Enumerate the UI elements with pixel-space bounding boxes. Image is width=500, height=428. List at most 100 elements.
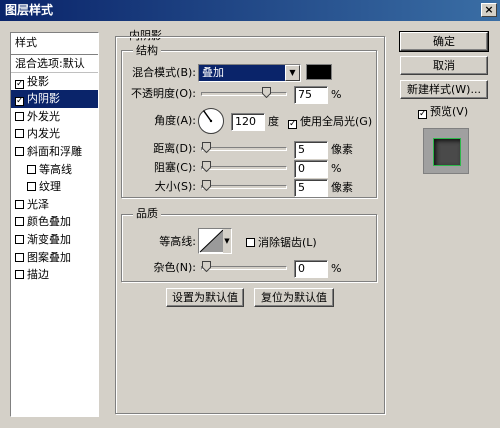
new-style-button[interactable]: 新建样式(W)... bbox=[400, 80, 488, 99]
quality-title: 品质 bbox=[133, 207, 161, 220]
checkbox-icon[interactable] bbox=[27, 164, 36, 174]
close-button[interactable]: × bbox=[481, 3, 497, 17]
style-item-label: 颜色叠加 bbox=[27, 215, 71, 229]
ok-button[interactable]: 确定 bbox=[399, 31, 489, 52]
style-item-label: 光泽 bbox=[27, 197, 49, 211]
style-item-label: 纹理 bbox=[39, 180, 61, 194]
preview-label: 预览(V) bbox=[430, 105, 469, 118]
style-item[interactable]: 纹理 bbox=[11, 178, 98, 196]
style-item-label: 图案叠加 bbox=[27, 250, 71, 264]
global-light-label: 使用全局光(G) bbox=[300, 115, 373, 128]
noise-slider[interactable] bbox=[201, 261, 287, 272]
style-item-label: 斜面和浮雕 bbox=[27, 144, 82, 158]
style-item[interactable]: 光泽 bbox=[11, 196, 98, 214]
noise-label: 杂色(N): bbox=[153, 261, 196, 274]
style-item[interactable]: 等高线 bbox=[11, 161, 98, 179]
style-item[interactable]: ✓ 投影 bbox=[11, 73, 98, 91]
noise-input[interactable]: 0 bbox=[294, 260, 328, 278]
style-item[interactable]: ✓ 内阴影 bbox=[11, 90, 98, 108]
checkbox-icon[interactable] bbox=[15, 129, 24, 139]
style-item-label: 渐变叠加 bbox=[27, 232, 71, 246]
checkbox-icon: ✓ bbox=[288, 119, 297, 129]
contour-picker[interactable]: ▼ bbox=[198, 228, 232, 254]
chevron-down-icon: ▼ bbox=[223, 229, 231, 253]
checkbox-icon[interactable] bbox=[15, 111, 24, 121]
window-title: 图层样式 bbox=[5, 3, 54, 17]
choke-label: 阻塞(C): bbox=[154, 161, 196, 174]
styles-header[interactable]: 样式 bbox=[11, 33, 98, 55]
choke-slider-thumb[interactable] bbox=[202, 161, 211, 172]
angle-dial[interactable] bbox=[197, 107, 225, 135]
angle-dial-icon bbox=[198, 108, 224, 134]
distance-input[interactable]: 5 bbox=[294, 141, 328, 159]
antialias-checkbox[interactable]: 消除锯齿(L) bbox=[246, 235, 317, 251]
choke-input[interactable]: 0 bbox=[294, 160, 328, 178]
style-item[interactable]: 外发光 bbox=[11, 108, 98, 126]
size-label: 大小(S): bbox=[154, 180, 196, 193]
style-item[interactable]: 斜面和浮雕 bbox=[11, 143, 98, 161]
opacity-label: 不透明度(O): bbox=[131, 87, 196, 100]
checkbox-icon: ✓ bbox=[418, 109, 427, 119]
distance-slider-thumb[interactable] bbox=[202, 142, 211, 153]
style-item-label: 外发光 bbox=[27, 109, 60, 123]
angle-input[interactable]: 120 bbox=[231, 113, 265, 131]
checkbox-icon[interactable] bbox=[15, 217, 24, 227]
checkbox-icon[interactable] bbox=[15, 146, 24, 156]
style-item[interactable]: 描边 bbox=[11, 266, 98, 284]
style-item[interactable]: 颜色叠加 bbox=[11, 213, 98, 231]
reset-default-button[interactable]: 复位为默认值 bbox=[254, 288, 334, 307]
checkbox-icon[interactable] bbox=[15, 199, 24, 209]
style-item-label: 描边 bbox=[27, 268, 49, 282]
contour-curve-icon bbox=[199, 229, 224, 253]
blend-mode-select[interactable]: 叠加 ▼ bbox=[198, 64, 301, 82]
global-light-checkbox[interactable]: ✓ 使用全局光(G) bbox=[288, 114, 372, 130]
noise-unit: % bbox=[331, 262, 342, 275]
opacity-input[interactable]: 75 bbox=[294, 86, 328, 104]
choke-unit: % bbox=[331, 162, 342, 175]
style-item-label: 投影 bbox=[27, 74, 49, 88]
checkbox-icon[interactable] bbox=[15, 234, 24, 244]
checkbox-icon[interactable] bbox=[15, 252, 24, 262]
size-unit: 像素 bbox=[331, 181, 353, 194]
distance-slider[interactable] bbox=[201, 142, 287, 153]
distance-label: 距离(D): bbox=[153, 142, 196, 155]
close-icon: × bbox=[484, 3, 494, 16]
preview-checkbox[interactable]: ✓ 预览(V) bbox=[418, 104, 468, 120]
checkbox-icon[interactable] bbox=[15, 270, 24, 280]
style-preview bbox=[423, 128, 469, 174]
noise-slider-thumb[interactable] bbox=[202, 261, 211, 272]
structure-title: 结构 bbox=[133, 44, 161, 57]
size-slider[interactable] bbox=[201, 180, 287, 191]
style-item[interactable]: 内发光 bbox=[11, 125, 98, 143]
shadow-color-swatch[interactable] bbox=[306, 64, 332, 80]
style-item[interactable]: 渐变叠加 bbox=[11, 231, 98, 249]
distance-unit: 像素 bbox=[331, 143, 353, 156]
style-item-label: 内发光 bbox=[27, 127, 60, 141]
style-item-label: 等高线 bbox=[39, 162, 72, 176]
choke-slider[interactable] bbox=[201, 161, 287, 172]
angle-unit: 度 bbox=[268, 115, 279, 128]
cancel-button[interactable]: 取消 bbox=[400, 56, 488, 75]
blending-options-item[interactable]: 混合选项:默认 bbox=[11, 55, 98, 73]
opacity-slider-thumb[interactable] bbox=[262, 87, 271, 98]
angle-label: 角度(A): bbox=[154, 114, 196, 127]
opacity-slider[interactable] bbox=[201, 87, 287, 98]
contour-label: 等高线: bbox=[159, 235, 196, 248]
checkbox-icon[interactable] bbox=[27, 182, 36, 192]
style-item-label: 内阴影 bbox=[27, 92, 60, 106]
preview-thumbnail bbox=[433, 138, 461, 166]
size-slider-thumb[interactable] bbox=[202, 180, 211, 191]
antialias-label: 消除锯齿(L) bbox=[258, 236, 317, 249]
style-items-list: ✓ 投影 ✓ 内阴影 外发光 内发光 斜面和浮雕 等高线 纹理 光泽 颜色叠加 渐变叠加 图案叠加 描边 bbox=[11, 73, 98, 284]
chevron-down-icon: ▼ bbox=[285, 65, 300, 81]
set-default-button[interactable]: 设置为默认值 bbox=[166, 288, 244, 307]
size-input[interactable]: 5 bbox=[294, 179, 328, 197]
checkbox-icon[interactable]: ✓ bbox=[15, 79, 24, 89]
style-item[interactable]: 图案叠加 bbox=[11, 249, 98, 267]
style-list-panel: 样式 混合选项:默认 ✓ 投影 ✓ 内阴影 外发光 内发光 斜面和浮雕 等高线 纹理 光泽 颜色叠加… bbox=[10, 32, 99, 417]
blend-mode-label: 混合模式(B): bbox=[132, 66, 196, 79]
checkbox-icon[interactable]: ✓ bbox=[15, 97, 24, 107]
checkbox-icon bbox=[246, 238, 255, 247]
blend-mode-value: 叠加 bbox=[202, 66, 224, 79]
window-title-bar[interactable]: 图层样式 × bbox=[0, 0, 500, 21]
